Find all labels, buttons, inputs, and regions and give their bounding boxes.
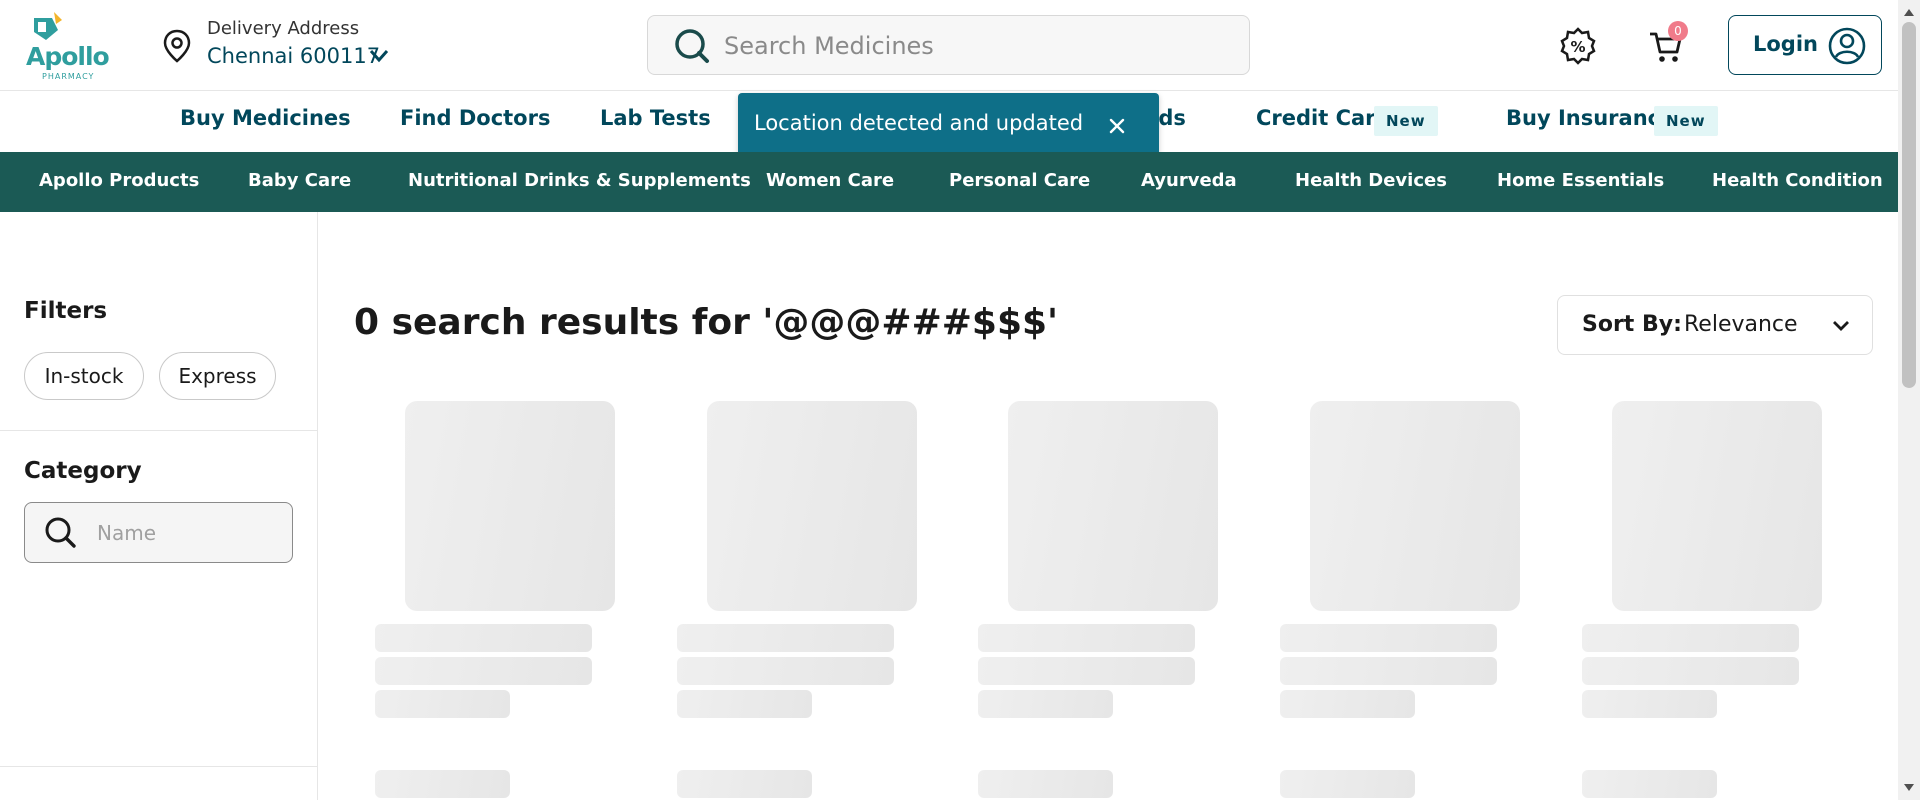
skeleton-line (677, 690, 812, 718)
category-health-condition[interactable]: Health Condition (1712, 170, 1883, 191)
search-icon (45, 517, 76, 548)
divider (0, 430, 318, 431)
new-badge: New (1654, 106, 1718, 136)
logo-subtitle: PHARMACY (42, 72, 95, 81)
category-title: Category (24, 458, 142, 484)
category-ayurveda[interactable]: Ayurveda (1141, 170, 1237, 191)
skeleton-line (1280, 624, 1497, 652)
apollo-logo[interactable]: Apollo PHARMACY (24, 10, 110, 82)
skeleton-line (375, 690, 510, 718)
filter-chip-express[interactable]: Express (159, 352, 276, 400)
skeleton-line (677, 657, 894, 685)
filters-sidebar: Filters In-stock Express Category (0, 212, 318, 800)
filter-chip-in-stock[interactable]: In-stock (24, 352, 144, 400)
category-search-input[interactable] (97, 515, 277, 551)
nav-find-doctors[interactable]: Find Doctors (400, 106, 550, 130)
search-icon (675, 29, 709, 63)
svg-text:%: % (1570, 38, 1585, 56)
sort-label: Sort By: (1582, 312, 1682, 337)
skeleton-line (1280, 657, 1497, 685)
category-search[interactable] (24, 502, 293, 563)
toast-message: Location detected and updated (754, 111, 1084, 135)
close-icon[interactable] (1104, 113, 1130, 139)
nav-buy-medicines[interactable]: Buy Medicines (180, 106, 351, 130)
page-scrollbar[interactable] (1898, 0, 1920, 800)
skeleton-image (405, 401, 615, 611)
login-button[interactable]: Login (1728, 15, 1882, 75)
skeleton-line (1582, 657, 1799, 685)
nav-credit-card[interactable]: Credit Card (1256, 106, 1391, 130)
skeleton-line (677, 770, 812, 798)
skeleton-line (1280, 770, 1415, 798)
offer-percent-icon[interactable]: % (1558, 26, 1598, 66)
user-avatar-icon (1828, 27, 1866, 65)
category-personal-care[interactable]: Personal Care (949, 170, 1090, 191)
search-bar[interactable] (647, 15, 1250, 75)
scroll-down-arrow-icon[interactable] (1902, 782, 1916, 794)
category-women-care[interactable]: Women Care (766, 170, 894, 191)
skeleton-line (978, 690, 1113, 718)
skeleton-line (1582, 690, 1717, 718)
category-health-devices[interactable]: Health Devices (1295, 170, 1447, 191)
skeleton-line (677, 624, 894, 652)
skeleton-line (978, 624, 1195, 652)
site-header: Apollo PHARMACY Delivery Address Chennai… (0, 0, 1898, 91)
search-results-title: 0 search results for '@@@###$$$' (354, 302, 1059, 343)
location-pin-icon (163, 29, 191, 63)
cart-count-badge: 0 (1668, 21, 1688, 41)
scrollbar-thumb[interactable] (1902, 22, 1916, 388)
skeleton-image (707, 401, 917, 611)
category-nutritional-drinks[interactable]: Nutritional Drinks & Supplements (408, 170, 751, 191)
skeleton-line (1280, 690, 1415, 718)
filters-title: Filters (24, 298, 108, 324)
skeleton-line (375, 657, 592, 685)
skeleton-line (375, 770, 510, 798)
skeleton-line (1582, 624, 1799, 652)
delivery-address-label: Delivery Address (207, 18, 360, 39)
location-toast: Location detected and updated (738, 93, 1159, 158)
chevron-down-icon[interactable] (368, 47, 390, 65)
skeleton-line (978, 770, 1113, 798)
scroll-up-arrow-icon[interactable] (1902, 6, 1916, 18)
search-input[interactable] (724, 26, 1224, 66)
skeleton-line (1582, 770, 1717, 798)
category-baby-care[interactable]: Baby Care (248, 170, 351, 191)
category-bar: Apollo Products Baby Care Nutritional Dr… (0, 152, 1898, 212)
skeleton-image (1008, 401, 1218, 611)
skeleton-image (1310, 401, 1520, 611)
nav-lab-tests[interactable]: Lab Tests (600, 106, 711, 130)
skeleton-line (978, 657, 1195, 685)
category-apollo-products[interactable]: Apollo Products (39, 170, 199, 191)
sort-dropdown[interactable]: Sort By: Relevance (1557, 295, 1873, 355)
new-badge: New (1374, 106, 1438, 136)
skeleton-line (375, 624, 592, 652)
chevron-down-icon (1833, 321, 1849, 331)
category-home-essentials[interactable]: Home Essentials (1497, 170, 1664, 191)
divider (0, 766, 318, 767)
login-label: Login (1753, 32, 1818, 56)
sort-value: Relevance (1684, 312, 1798, 337)
logo-text: Apollo (26, 42, 110, 71)
skeleton-image (1612, 401, 1822, 611)
nav-buy-insurance[interactable]: Buy Insurance (1506, 106, 1674, 130)
delivery-city[interactable]: Chennai 600117 (207, 44, 380, 68)
